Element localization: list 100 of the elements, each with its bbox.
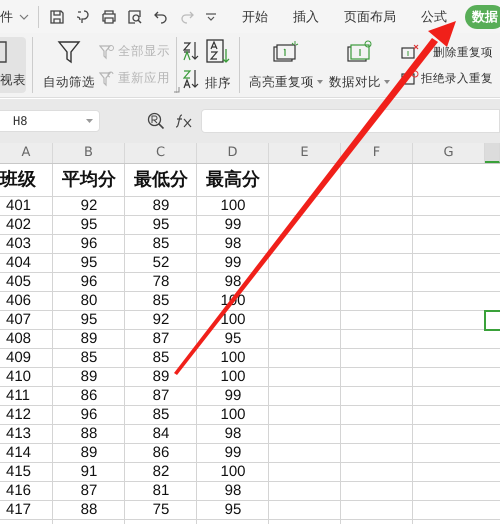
cell-reference-field[interactable]: H8 bbox=[0, 110, 100, 132]
table-cell-text: 88 bbox=[80, 501, 98, 520]
table-cell-text: 409 bbox=[5, 349, 32, 368]
menu-label[interactable]: 件 bbox=[0, 8, 13, 26]
print-preview-icon[interactable] bbox=[127, 8, 143, 24]
table-cell-text: 52 bbox=[152, 254, 170, 273]
active-cell[interactable] bbox=[484, 310, 500, 331]
table-cell-text: 88 bbox=[80, 425, 98, 444]
table-cell-text: 95 bbox=[224, 330, 242, 349]
table-cell-text: 96 bbox=[80, 235, 98, 254]
table-cell-text: 401 bbox=[5, 197, 32, 216]
remove-duplicates-button[interactable]: 删除重复项 bbox=[401, 44, 493, 60]
ribbon-tab[interactable]: 公式 bbox=[414, 4, 454, 28]
table-cell-text: 98 bbox=[224, 273, 242, 292]
column-header[interactable]: A bbox=[0, 143, 53, 163]
column-title: 最高分 bbox=[205, 168, 261, 192]
table-cell-text: 99 bbox=[224, 216, 242, 235]
table-cell-text: 87 bbox=[152, 387, 170, 406]
table-cell-text: 87 bbox=[80, 482, 98, 501]
table-cell-text: 100 bbox=[219, 349, 247, 368]
sort-descending-icon[interactable] bbox=[183, 69, 199, 89]
table-cell-text: 100 bbox=[219, 463, 247, 482]
table-cell-text: 406 bbox=[5, 292, 32, 311]
table-cell-text: 96 bbox=[80, 273, 98, 292]
caret-icon bbox=[384, 80, 390, 84]
table-cell-text: 75 bbox=[152, 501, 170, 520]
table-cell-text: 95 bbox=[80, 254, 98, 273]
ribbon-tab[interactable]: 插入 bbox=[286, 4, 326, 28]
table-cell-text: 89 bbox=[80, 330, 98, 349]
pivot-table-button[interactable]: 视表 bbox=[0, 37, 26, 93]
column-header[interactable]: C bbox=[125, 143, 197, 163]
table-cell-text: 84 bbox=[152, 425, 170, 444]
remove-duplicates-icon bbox=[401, 44, 419, 60]
table-cell-text: 78 bbox=[152, 273, 170, 292]
table-cell-text: 404 bbox=[5, 254, 32, 273]
sort-button[interactable]: 排序 bbox=[199, 38, 233, 92]
column-title: 最低分 bbox=[133, 168, 189, 192]
highlight-duplicates-icon bbox=[273, 40, 299, 64]
column-header[interactable]: D bbox=[197, 143, 269, 163]
table-cell-text: 98 bbox=[224, 482, 242, 501]
table-cell-text: 408 bbox=[5, 330, 32, 349]
table-cell-text: 100 bbox=[219, 197, 247, 216]
chevron-down-icon[interactable] bbox=[19, 14, 29, 20]
column-header[interactable]: B bbox=[53, 143, 125, 163]
auto-filter-button[interactable]: 自动筛选 bbox=[39, 40, 99, 90]
table-cell-text: 81 bbox=[152, 482, 170, 501]
table-cell-text: 99 bbox=[224, 444, 242, 463]
chevron-down-icon[interactable] bbox=[205, 12, 217, 20]
table-cell-text: 95 bbox=[152, 216, 170, 235]
print-icon[interactable] bbox=[101, 8, 117, 24]
filter-icon bbox=[57, 40, 81, 64]
table-cell-text: 415 bbox=[5, 463, 32, 482]
dialog-launcher-icon[interactable] bbox=[174, 87, 180, 93]
table-cell-text: 85 bbox=[152, 235, 170, 254]
table-cell-text: 87 bbox=[152, 330, 170, 349]
undo-icon[interactable] bbox=[153, 8, 169, 24]
table-cell-text: 85 bbox=[80, 349, 98, 368]
compare-data-button[interactable]: 数据对比 bbox=[326, 40, 393, 90]
table-cell-text: 410 bbox=[5, 368, 32, 387]
table-cell-text: 411 bbox=[5, 387, 31, 406]
table-cell-text: 416 bbox=[5, 482, 32, 501]
column-title: 平均分 bbox=[61, 168, 117, 192]
table-cell-text: 95 bbox=[224, 501, 242, 520]
table-cell-text: 85 bbox=[152, 406, 170, 425]
caret-icon[interactable] bbox=[86, 119, 93, 123]
caret-icon bbox=[317, 80, 323, 84]
table-cell-text: 405 bbox=[5, 273, 32, 292]
table-cell-text: 413 bbox=[5, 425, 32, 444]
table-cell-text: 100 bbox=[219, 368, 247, 387]
highlight-duplicates-button[interactable]: 高亮重复项 bbox=[246, 40, 326, 90]
table-cell-text: 92 bbox=[152, 311, 170, 330]
table-cell-text: 95 bbox=[80, 311, 98, 330]
ribbon-tab[interactable]: 页面布局 bbox=[337, 4, 403, 28]
table-cell-text: 91 bbox=[80, 463, 98, 482]
table-cell-text: 92 bbox=[80, 197, 98, 216]
formula-input-field[interactable] bbox=[201, 109, 500, 133]
table-cell-text: 407 bbox=[5, 311, 32, 330]
save-icon[interactable] bbox=[49, 8, 65, 24]
table-cell-text: 89 bbox=[80, 368, 98, 387]
table-cell-text: 85 bbox=[152, 292, 170, 311]
sort-icon bbox=[206, 38, 230, 64]
filter-refresh-icon bbox=[99, 70, 115, 86]
table-cell-text: 86 bbox=[152, 444, 170, 463]
zoom-icon[interactable] bbox=[147, 112, 165, 130]
table-cell-text: 96 bbox=[80, 406, 98, 425]
table-cell-text: 402 bbox=[5, 216, 32, 235]
table-cell-text: 80 bbox=[80, 292, 98, 311]
table-cell-text: 403 bbox=[5, 235, 32, 254]
table-cell-text: 98 bbox=[224, 425, 242, 444]
table-cell-text: 100 bbox=[219, 406, 247, 425]
ribbon-tab[interactable]: 开始 bbox=[235, 4, 275, 28]
table-cell-text: 89 bbox=[152, 368, 170, 387]
function-icon[interactable] bbox=[175, 114, 193, 128]
table-cell-text: 98 bbox=[224, 235, 242, 254]
compare-data-icon bbox=[346, 40, 372, 64]
table-cell-text: 82 bbox=[152, 463, 170, 482]
table-cell-text: 414 bbox=[5, 444, 32, 463]
sort-ascending-icon[interactable] bbox=[183, 41, 199, 61]
table-cell-text: 89 bbox=[152, 197, 170, 216]
table-cell-text: 85 bbox=[152, 349, 170, 368]
